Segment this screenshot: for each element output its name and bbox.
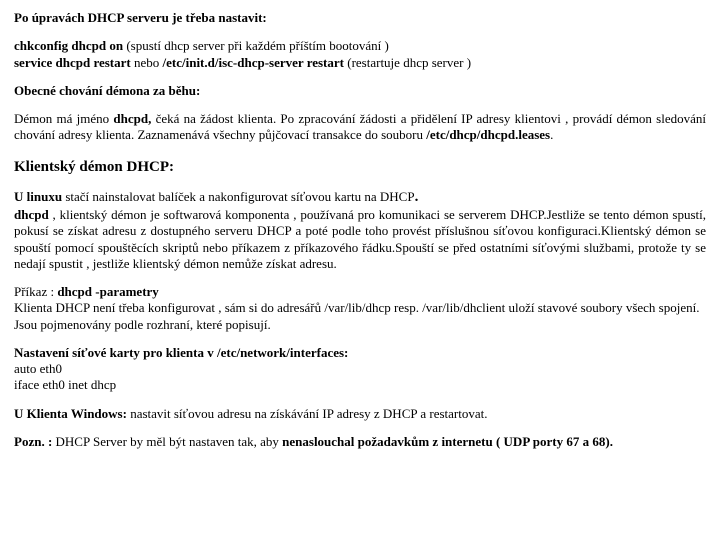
note-text: DHCP Server by měl být nastaven tak, aby [52,434,282,449]
interfaces-line-1: auto eth0 [14,361,706,377]
windows-text: nastavit síťovou adresu na získávání IP … [127,406,488,421]
heading-client-daemon: Klientský démon DHCP: [14,158,706,177]
paragraph-client-noconfig: Klienta DHCP není třeba konfigurovat , s… [14,300,706,333]
daemon-period: . [550,127,553,142]
heading-interfaces: Nastavení síťové karty pro klienta v /et… [14,345,706,361]
heading-daemon-behavior: Obecné chování démona za běhu: [14,83,706,99]
leases-path: /etc/dhcp/dhcpd.leases [426,127,550,142]
text-or: nebo [131,55,163,70]
desc-chkconfig: (spustí dhcp server při každém příštím b… [123,38,389,53]
client-dhcpd: dhcpd [14,207,49,222]
line-linux-install: U linuxu stačí nainstalovat balíček a na… [14,188,706,207]
daemon-name: dhcpd, [113,111,151,126]
interfaces-line-2: iface eth0 inet dhcp [14,377,706,393]
line-windows-client: U Klienta Windows: nastavit síťovou adre… [14,406,706,422]
cmd-initd-restart: /etc/init.d/isc-dhcp-server restart [163,55,344,70]
heading-setup: Po úpravách DHCP serveru je třeba nastav… [14,10,706,26]
note-label: Pozn. : [14,434,52,449]
line-service-restart: service dhcpd restart nebo /etc/init.d/i… [14,55,706,71]
daemon-text-a: Démon má jméno [14,111,113,126]
line-command: Příkaz : dhcpd -parametry [14,284,706,300]
client-text: , klientský démon je softwarová komponen… [14,207,706,271]
linux-label: U linuxu [14,189,62,204]
cmd-service-restart: service dhcpd restart [14,55,131,70]
cmd-chkconfig: chkconfig dhcpd on [14,38,123,53]
line-note: Pozn. : DHCP Server by měl být nastaven … [14,434,706,450]
desc-restart: (restartuje dhcp server ) [344,55,471,70]
note-bold: nenaslouchal požadavkům z internetu ( UD… [282,434,613,449]
line-chkconfig: chkconfig dhcpd on (spustí dhcp server p… [14,38,706,54]
command-label: Příkaz : [14,284,57,299]
paragraph-client-daemon: dhcpd , klientský démon je softwarová ko… [14,207,706,272]
command-value: dhcpd -parametry [57,284,158,299]
linux-text: stačí nainstalovat balíček a nakonfiguro… [62,189,415,204]
windows-label: U Klienta Windows: [14,406,127,421]
paragraph-daemon: Démon má jméno dhcpd, čeká na žádost kli… [14,111,706,144]
linux-period: . [415,189,419,205]
